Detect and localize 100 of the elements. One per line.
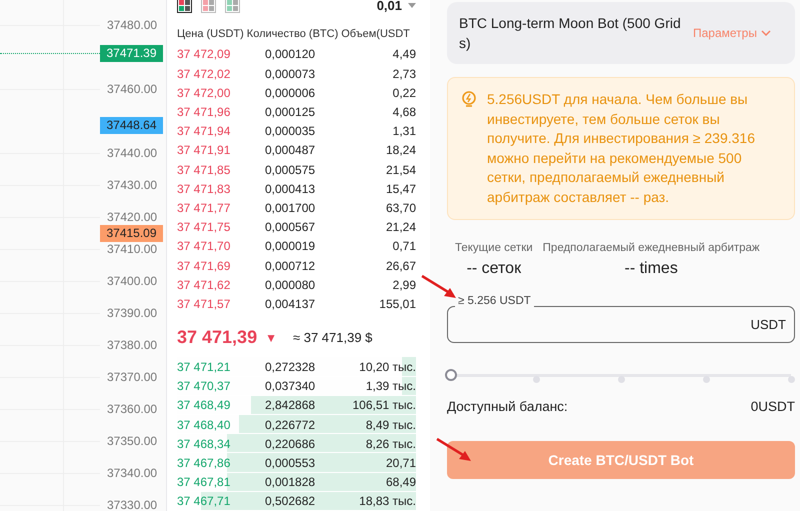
ask-total: 4,68 xyxy=(392,105,416,120)
stat-value: -- сеток xyxy=(466,260,522,278)
price-axis-label: 37410.00 xyxy=(107,243,158,255)
view-toggle-icon[interactable] xyxy=(225,0,240,12)
ask-amount: 0,001700 xyxy=(265,201,316,216)
price-axis-label: 37340.00 xyxy=(107,467,158,479)
bid-total: 18,83 тыс. xyxy=(358,494,416,508)
bid-price: 37 468,40 xyxy=(177,418,232,432)
lightbulb-icon xyxy=(461,91,477,109)
annotation-arrow xyxy=(420,274,458,300)
stat-label: Предполагаемый ежедневный арбитраж xyxy=(542,242,760,254)
price-axis-label: 37350.00 xyxy=(107,435,158,447)
annotation-arrow xyxy=(435,437,473,463)
ask-amount: 0,000073 xyxy=(265,66,316,81)
slider-stop[interactable] xyxy=(702,376,710,383)
ask-amount: 0,000487 xyxy=(265,143,316,158)
ask-amount: 0,000006 xyxy=(265,86,316,100)
price-axis-label: 37460.00 xyxy=(107,83,158,95)
bid-price: 37 467,71 xyxy=(177,494,232,508)
stat-value: -- times xyxy=(624,260,678,278)
bid-amount: 0,037340 xyxy=(265,379,316,394)
ask-total: 2,99 xyxy=(392,278,416,292)
amount-slider[interactable] xyxy=(447,369,795,381)
ask-price: 37 471,57 xyxy=(177,297,232,312)
view-toggle-icon[interactable] xyxy=(201,0,216,12)
unit-label: USDT xyxy=(750,317,787,332)
bid-amount: 0,001828 xyxy=(265,475,316,490)
bid-total: 1,39 тыс. xyxy=(364,379,416,394)
price-axis-label: 37330.00 xyxy=(107,499,158,511)
column-header: Количество (BTC) xyxy=(246,28,338,42)
chevron-down-icon xyxy=(760,30,771,36)
bid-price: 37 471,21 xyxy=(177,360,232,374)
balance-value: 0USDT xyxy=(750,399,795,414)
ask-price: 37 471,91 xyxy=(177,143,232,158)
price-tag: 37448.64 xyxy=(100,117,163,134)
ask-price: 37 471,96 xyxy=(177,105,232,120)
ask-price: 37 472,02 xyxy=(177,66,232,81)
ask-total: 4,49 xyxy=(392,47,416,62)
bid-price: 37 468,49 xyxy=(177,398,232,412)
bid-total: 20,71 xyxy=(384,456,416,470)
slider-stop[interactable] xyxy=(618,376,624,383)
bid-total: 106,51 тыс. xyxy=(352,398,416,412)
ask-amount: 0,000120 xyxy=(265,47,316,62)
ask-total: 2,73 xyxy=(392,66,416,81)
view-toggle-icon[interactable] xyxy=(177,0,192,12)
slider-thumb[interactable] xyxy=(445,369,457,381)
field-label: ≥ 5.256 USDT xyxy=(455,295,534,307)
price-axis-label: 37360.00 xyxy=(107,403,158,415)
ask-price: 37 471,83 xyxy=(177,182,232,196)
price-axis-label: 37390.00 xyxy=(107,307,158,319)
tip-text: 5.256USDT для начала. Чем больше вы инвестируете, тем больше сеток вы получите. Для инвестирования ≥ 239.316 можно перейти на рекомендуемые 500 сетки, предполагаемый ежедневный арбитраж составляет -- раз. xyxy=(487,90,756,207)
price-axis-label: 37480.00 xyxy=(107,19,158,31)
bid-price: 37 467,86 xyxy=(177,456,232,470)
last-price: 37 471,39 xyxy=(177,327,258,348)
stat-label: Текущие сетки xyxy=(455,242,533,254)
ask-total: 63,70 xyxy=(384,201,416,216)
ask-total: 21,54 xyxy=(384,162,416,177)
price-tag: 37471.39 xyxy=(100,44,163,62)
last-price-usd: ≈ 37 471,39 $ xyxy=(292,330,372,345)
ask-amount: 0,000080 xyxy=(265,278,316,292)
column-header: Цена (USDT) xyxy=(177,28,244,42)
ask-total: 0,71 xyxy=(392,239,416,254)
bid-total: 8,26 тыс. xyxy=(364,436,416,451)
ask-total: 26,67 xyxy=(384,258,416,273)
ask-total: 0,22 xyxy=(392,86,416,100)
price-axis-label: 37380.00 xyxy=(107,339,158,351)
ask-total: 18,24 xyxy=(384,143,416,158)
bid-price: 37 467,81 xyxy=(177,475,232,490)
ask-amount: 0,000712 xyxy=(265,258,316,273)
ask-amount: 0,000413 xyxy=(265,182,316,196)
ask-price: 37 471,77 xyxy=(177,201,232,216)
caret-down-icon xyxy=(408,2,416,8)
bid-total: 10,20 тыс. xyxy=(358,360,416,374)
bid-total: 8,49 тыс. xyxy=(364,418,416,432)
precision-select[interactable]: 0,01 xyxy=(376,0,416,12)
ask-amount: 0,004137 xyxy=(265,297,316,312)
ask-total: 21,24 xyxy=(384,220,416,234)
ask-price: 37 472,09 xyxy=(177,47,232,62)
ask-price: 37 471,75 xyxy=(177,220,232,234)
bid-price: 37 470,37 xyxy=(177,379,232,394)
bid-price: 37 468,34 xyxy=(177,436,232,451)
ask-price: 37 471,85 xyxy=(177,162,232,177)
column-header: Объем(USDT xyxy=(341,28,410,42)
bid-total: 68,49 xyxy=(384,475,416,490)
ask-price: 37 471,69 xyxy=(177,258,232,273)
slider-stop[interactable] xyxy=(788,376,794,383)
bid-amount: 2,842868 xyxy=(265,398,316,412)
ask-total: 1,31 xyxy=(392,124,416,138)
price-tag: 37415.09 xyxy=(100,224,163,242)
bid-amount: 0,272328 xyxy=(265,360,316,374)
price-axis-label: 37400.00 xyxy=(107,275,158,287)
price-axis-label: 37420.00 xyxy=(107,211,158,223)
ask-price: 37 471,94 xyxy=(177,124,232,138)
slider-stop[interactable] xyxy=(532,376,540,383)
ask-price: 37 472,00 xyxy=(177,86,232,100)
bot-title: BTC Long-term Moon Bot (500 Grid s) xyxy=(459,14,682,53)
price-axis-label: 37440.00 xyxy=(107,147,158,159)
ask-price: 37 471,62 xyxy=(177,278,232,292)
price-axis-label: 37370.00 xyxy=(107,371,158,383)
bid-amount: 0,226772 xyxy=(265,418,316,432)
